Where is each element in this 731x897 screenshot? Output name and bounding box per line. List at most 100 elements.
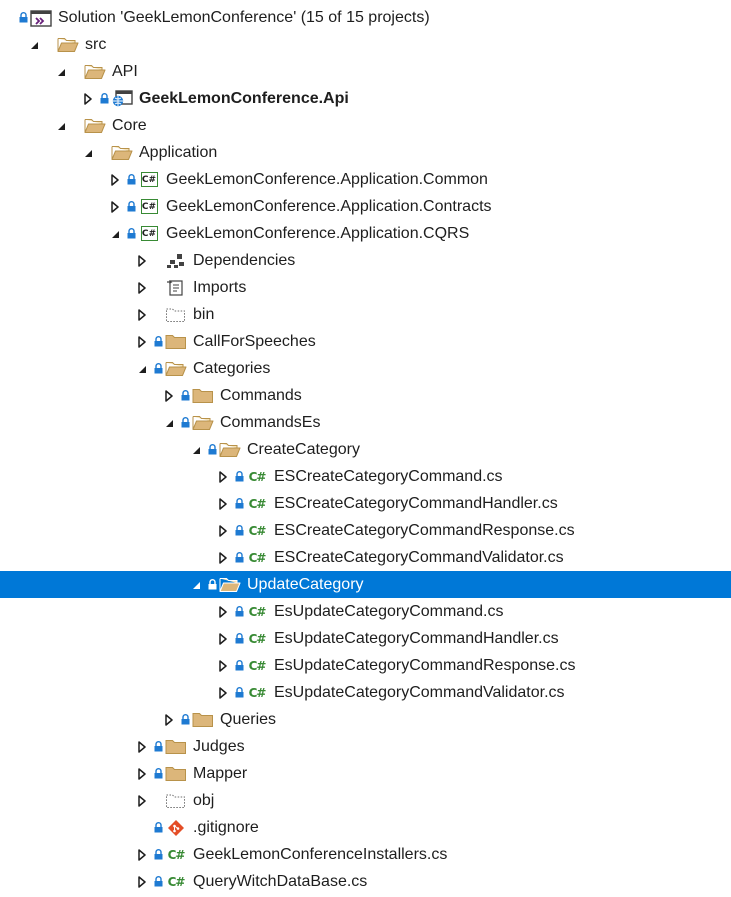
collapse-arrow-icon[interactable]	[135, 362, 149, 376]
collapse-arrow-icon[interactable]	[108, 227, 122, 241]
tree-item-label: Judges	[193, 738, 245, 755]
tree-item-label: ESCreateCategoryCommandHandler.cs	[274, 495, 558, 512]
expand-arrow-icon[interactable]	[135, 875, 149, 889]
lock-placeholder	[153, 309, 163, 321]
tree-item-commands[interactable]: Commands	[0, 382, 731, 409]
expand-arrow-icon[interactable]	[108, 173, 122, 187]
expand-arrow-icon[interactable]	[216, 632, 230, 646]
collapse-arrow-icon[interactable]	[27, 38, 41, 52]
tree-item-esupdatecategorycommandvalidator-cs[interactable]: C# EsUpdateCategoryCommandValidator.cs	[0, 679, 731, 706]
lock-icon	[234, 525, 244, 537]
expand-arrow-icon[interactable]	[135, 794, 149, 808]
tree-item-mapper[interactable]: Mapper	[0, 760, 731, 787]
tree-item-createcategory[interactable]: CreateCategory	[0, 436, 731, 463]
expand-arrow-icon[interactable]	[108, 200, 122, 214]
folder-icon	[192, 387, 214, 405]
lock-icon	[180, 417, 190, 429]
lock-icon	[153, 876, 163, 888]
tree-item-bin[interactable]: bin	[0, 301, 731, 328]
tree-item-label: Categories	[193, 360, 271, 377]
expand-arrow-icon[interactable]	[216, 497, 230, 511]
tree-item-querywitchdatabase-cs[interactable]: C# QueryWitchDataBase.cs	[0, 868, 731, 895]
expand-arrow-icon[interactable]	[135, 848, 149, 862]
tree-item-geeklemonconferenceinstallers-cs[interactable]: C# GeekLemonConferenceInstallers.cs	[0, 841, 731, 868]
expand-arrow-icon[interactable]	[135, 254, 149, 268]
expand-arrow-icon[interactable]	[135, 767, 149, 781]
collapse-arrow-icon[interactable]	[81, 146, 95, 160]
csharp-file-icon: C#	[248, 550, 267, 565]
tree-item-core[interactable]: Core	[0, 112, 731, 139]
lock-icon	[153, 849, 163, 861]
expand-arrow-icon[interactable]	[216, 524, 230, 538]
lock-icon	[234, 606, 244, 618]
tree-item-solution-geeklemonconference-15-of-15-projects[interactable]: Solution 'GeekLemonConference' (15 of 15…	[0, 4, 731, 31]
tree-item-updatecategory[interactable]: UpdateCategory	[0, 571, 731, 598]
collapse-arrow-icon[interactable]	[189, 578, 203, 592]
tree-item-label: ESCreateCategoryCommand.cs	[274, 468, 503, 485]
folder-open-icon	[219, 576, 241, 594]
lock-placeholder	[153, 795, 163, 807]
expand-arrow-icon[interactable]	[135, 281, 149, 295]
tree-item-gitignore[interactable]: .gitignore	[0, 814, 731, 841]
expand-arrow-icon[interactable]	[216, 551, 230, 565]
tree-item-esupdatecategorycommandresponse-cs[interactable]: C# EsUpdateCategoryCommandResponse.cs	[0, 652, 731, 679]
expand-arrow-icon[interactable]	[135, 740, 149, 754]
lock-placeholder	[153, 255, 163, 267]
web-project-icon	[111, 89, 133, 108]
collapse-arrow-icon[interactable]	[189, 443, 203, 457]
tree-item-escreatecategorycommandhandler-cs[interactable]: C# ESCreateCategoryCommandHandler.cs	[0, 490, 731, 517]
tree-item-dependencies[interactable]: Dependencies	[0, 247, 731, 274]
folder-icon	[165, 765, 187, 783]
tree-item-geeklemonconference-application-contracts[interactable]: C# GeekLemonConference.Application.Contra…	[0, 193, 731, 220]
tree-item-label: Mapper	[193, 765, 248, 782]
folder-open-icon	[165, 360, 187, 378]
expand-arrow-icon[interactable]	[216, 470, 230, 484]
tree-item-label: Core	[112, 117, 147, 134]
tree-item-queries[interactable]: Queries	[0, 706, 731, 733]
expand-arrow-icon[interactable]	[216, 659, 230, 673]
tree-item-application[interactable]: Application	[0, 139, 731, 166]
tree-item-label: GeekLemonConference.Application.Common	[166, 171, 488, 188]
tree-item-label: EsUpdateCategoryCommandValidator.cs	[274, 684, 565, 701]
expand-arrow-icon[interactable]	[135, 308, 149, 322]
tree-item-src[interactable]: src	[0, 31, 731, 58]
tree-item-label: GeekLemonConference.Application.CQRS	[166, 225, 470, 242]
tree-item-callforspeeches[interactable]: CallForSpeeches	[0, 328, 731, 355]
collapse-arrow-icon[interactable]	[162, 416, 176, 430]
tree-item-label: API	[112, 63, 138, 80]
collapse-arrow-icon[interactable]	[54, 65, 68, 79]
lock-placeholder	[45, 39, 55, 51]
expand-arrow-icon[interactable]	[162, 713, 176, 727]
tree-item-escreatecategorycommandvalidator-cs[interactable]: C# ESCreateCategoryCommandValidator.cs	[0, 544, 731, 571]
tree-item-esupdatecategorycommandhandler-cs[interactable]: C# EsUpdateCategoryCommandHandler.cs	[0, 625, 731, 652]
csharp-file-icon: C#	[248, 496, 267, 511]
expand-arrow-icon[interactable]	[162, 389, 176, 403]
tree-item-commandses[interactable]: CommandsEs	[0, 409, 731, 436]
collapse-arrow-icon[interactable]	[54, 119, 68, 133]
tree-item-geeklemonconference-application-cqrs[interactable]: C# GeekLemonConference.Application.CQRS	[0, 220, 731, 247]
tree-item-label: QueryWitchDataBase.cs	[193, 873, 368, 890]
tree-item-label: EsUpdateCategoryCommandHandler.cs	[274, 630, 559, 647]
tree-item-escreatecategorycommand-cs[interactable]: C# ESCreateCategoryCommand.cs	[0, 463, 731, 490]
tree-item-escreatecategorycommandresponse-cs[interactable]: C# ESCreateCategoryCommandResponse.cs	[0, 517, 731, 544]
lock-icon	[234, 471, 244, 483]
tree-item-obj[interactable]: obj	[0, 787, 731, 814]
tree-item-label: Commands	[220, 387, 302, 404]
expand-arrow-icon[interactable]	[216, 605, 230, 619]
folder-open-icon	[219, 441, 241, 459]
expand-arrow-icon[interactable]	[81, 92, 95, 106]
tree-item-esupdatecategorycommand-cs[interactable]: C# EsUpdateCategoryCommand.cs	[0, 598, 731, 625]
expand-arrow-icon[interactable]	[216, 686, 230, 700]
lock-icon	[234, 687, 244, 699]
tree-item-judges[interactable]: Judges	[0, 733, 731, 760]
tree-item-geeklemonconference-application-common[interactable]: C# GeekLemonConference.Application.Common	[0, 166, 731, 193]
csharp-file-icon: C#	[248, 604, 267, 619]
tree-item-categories[interactable]: Categories	[0, 355, 731, 382]
lock-icon	[234, 660, 244, 672]
tree-item-api[interactable]: API	[0, 58, 731, 85]
tree-item-label: GeekLemonConferenceInstallers.cs	[193, 846, 448, 863]
lock-icon	[153, 363, 163, 375]
expand-arrow-icon[interactable]	[135, 335, 149, 349]
tree-item-geeklemonconference-api[interactable]: GeekLemonConference.Api	[0, 85, 731, 112]
tree-item-imports[interactable]: Imports	[0, 274, 731, 301]
